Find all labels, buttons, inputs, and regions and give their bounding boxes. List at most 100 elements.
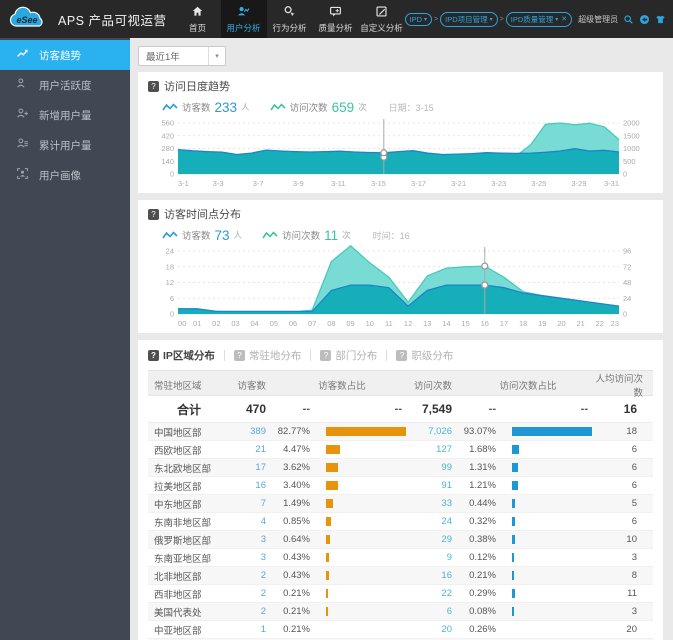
distribution-tab[interactable]: ? 常驻地分布 (233, 348, 301, 363)
esee-logo[interactable]: eSee (0, 0, 56, 38)
distribution-tab[interactable]: ? 部门分布 (320, 348, 377, 363)
sidebar-item[interactable]: 用户活跃度 (0, 70, 130, 100)
search-icon[interactable] (623, 14, 634, 25)
visits-share-bar (512, 427, 592, 436)
date-range-select[interactable]: 最近1年 ▾ (138, 46, 226, 66)
table-row: 俄罗斯地区部 3 0.64% 29 0.38% 10 (148, 531, 653, 549)
visitors-pct: 1.49% (283, 498, 310, 509)
visitors-pct: 0.85% (283, 516, 310, 527)
help-icon[interactable]: ? (148, 80, 159, 92)
visits-count[interactable]: 6 (408, 606, 462, 617)
visitors-count[interactable]: 4 (230, 516, 276, 527)
svg-text:22: 22 (596, 319, 604, 328)
line-series-icon (162, 231, 178, 239)
chevron-down-icon[interactable]: ▾ (555, 16, 558, 23)
visitors-count[interactable]: 2 (230, 570, 276, 581)
theme-icon[interactable] (655, 14, 666, 25)
daily-trend-chart[interactable]: 0 0 140 500 280 1000 420 1500 560 2000 3-1 3-3 3-7 3-… (148, 117, 653, 189)
svg-text:0: 0 (623, 310, 627, 319)
svg-text:18: 18 (519, 319, 527, 328)
close-icon[interactable]: ✕ (561, 15, 567, 23)
panel-hourly-distribution: ? 访客时间点分布 访客数 73 人 访问次数 11 次 时间：16 0 0 6 24… (138, 200, 663, 333)
visits-count[interactable]: 24 (408, 516, 462, 527)
visits-count[interactable]: 33 (408, 498, 462, 509)
svg-text:2000: 2000 (623, 119, 640, 128)
visits-share-bar (512, 553, 514, 562)
breadcrumb-label: IPD质量管理 (510, 14, 554, 24)
visitors-count[interactable]: 21 (230, 444, 276, 455)
share-icon[interactable] (639, 14, 650, 25)
svg-text:08: 08 (327, 319, 335, 328)
visitors-count[interactable]: 16 (230, 480, 276, 491)
visitors-count[interactable]: 7 (230, 498, 276, 509)
visitors-count[interactable]: 17 (230, 462, 276, 473)
app-title: APS 产品可视运营 (58, 13, 167, 28)
visits-count[interactable]: 99 (408, 462, 462, 473)
total-region: 合计 (176, 402, 201, 417)
region-cell: 东北欧地区部 (154, 463, 212, 475)
visits-count[interactable]: 9 (408, 552, 462, 563)
sidebar-item[interactable]: 访客趋势 (0, 40, 130, 70)
nav-item[interactable]: 首页 (175, 0, 221, 38)
nav-item[interactable]: 自定义分析 (359, 0, 405, 38)
visits-count[interactable]: 22 (408, 588, 462, 599)
visits-pct: 0.29% (469, 588, 496, 599)
visitors-pct: 0.43% (283, 570, 310, 581)
svg-text:12: 12 (404, 319, 412, 328)
col-visits-share: 访问次数占比 (499, 381, 557, 392)
visitors-count[interactable]: 3 (230, 552, 276, 563)
visits-count[interactable]: 7,026 (408, 426, 462, 437)
chevron-down-icon[interactable]: ▾ (208, 47, 225, 65)
region-cell: 东南非地区部 (154, 517, 212, 529)
hourly-distribution-chart[interactable]: 0 06 2412 4818 7224 9600 01 02 03 04 05 06 07 08 09 10 1… (148, 245, 653, 329)
visits-count[interactable]: 20 (408, 624, 462, 635)
panel-title: 访问日度趋势 (164, 81, 230, 93)
visitors-count[interactable]: 2 (230, 588, 276, 599)
visitors-count[interactable]: 2 (230, 606, 276, 617)
visitors-count[interactable]: 389 (230, 426, 276, 437)
visits-count[interactable]: 16 (408, 570, 462, 581)
svg-text:03: 03 (231, 319, 239, 328)
svg-text:19: 19 (538, 319, 546, 328)
table-row: 中国地区部 389 82.77% 7,026 93.07% 18 (148, 423, 653, 441)
nav-item[interactable]: 行为分析 (267, 0, 313, 38)
help-icon[interactable]: ? (148, 208, 159, 220)
nav-item[interactable]: 用户分析 (220, 0, 267, 38)
nav-item[interactable]: 质量分析 (313, 0, 359, 38)
sidebar-item[interactable]: 新增用户量 (0, 100, 130, 130)
line-series-icon (269, 103, 286, 111)
visitors-count[interactable]: 3 (230, 534, 276, 545)
sidebar-item[interactable]: 累计用户量 (0, 130, 130, 160)
svg-text:72: 72 (623, 262, 631, 271)
chevron-down-icon[interactable]: ▾ (424, 16, 427, 23)
distribution-tab[interactable]: ? IP区域分布 (148, 348, 215, 363)
breadcrumb-pill[interactable]: IPD质量管理 ▾ ✕ (505, 11, 573, 27)
visitors-pct: 3.62% (283, 462, 310, 473)
svg-text:16: 16 (481, 319, 489, 328)
table-row: 东南亚地区部 3 0.43% 9 0.12% 3 (148, 549, 653, 567)
svg-text:13: 13 (423, 319, 431, 328)
visitors-pct: 0.43% (283, 552, 310, 563)
visits-pct: 0.26% (469, 624, 496, 635)
visits-pct: 93.07% (463, 426, 496, 437)
visits-pct: 1.31% (469, 462, 496, 473)
visitors-count[interactable]: 1 (230, 624, 276, 635)
legend-unit: 次 (342, 230, 351, 240)
chevron-down-icon[interactable]: ▾ (490, 16, 493, 23)
visitors-pct: 82.77% (277, 426, 310, 437)
svg-text:0: 0 (170, 310, 174, 319)
svg-text:0: 0 (623, 170, 627, 179)
visits-pct: 0.08% (469, 606, 496, 617)
breadcrumb-pill[interactable]: IPD ▾ (404, 12, 433, 26)
svg-text:3-29: 3-29 (571, 179, 586, 188)
legend-value: 233 (214, 99, 238, 115)
sidebar-item[interactable]: 用户画像 (0, 160, 130, 190)
visits-count[interactable]: 127 (408, 444, 462, 455)
col-visitors-share: 访客数占比 (318, 381, 366, 392)
visits-count[interactable]: 29 (408, 534, 462, 545)
distribution-tab[interactable]: ? 职级分布 (396, 348, 453, 363)
top-header: eSee APS 产品可视运营 首页 用户分析 行为分析 质量分析 自定义分析 … (0, 0, 673, 38)
breadcrumb-pill[interactable]: IPD项目管理 ▾ (440, 11, 498, 27)
per-capita-cell: 5 (631, 498, 637, 509)
visits-count[interactable]: 91 (408, 480, 462, 491)
